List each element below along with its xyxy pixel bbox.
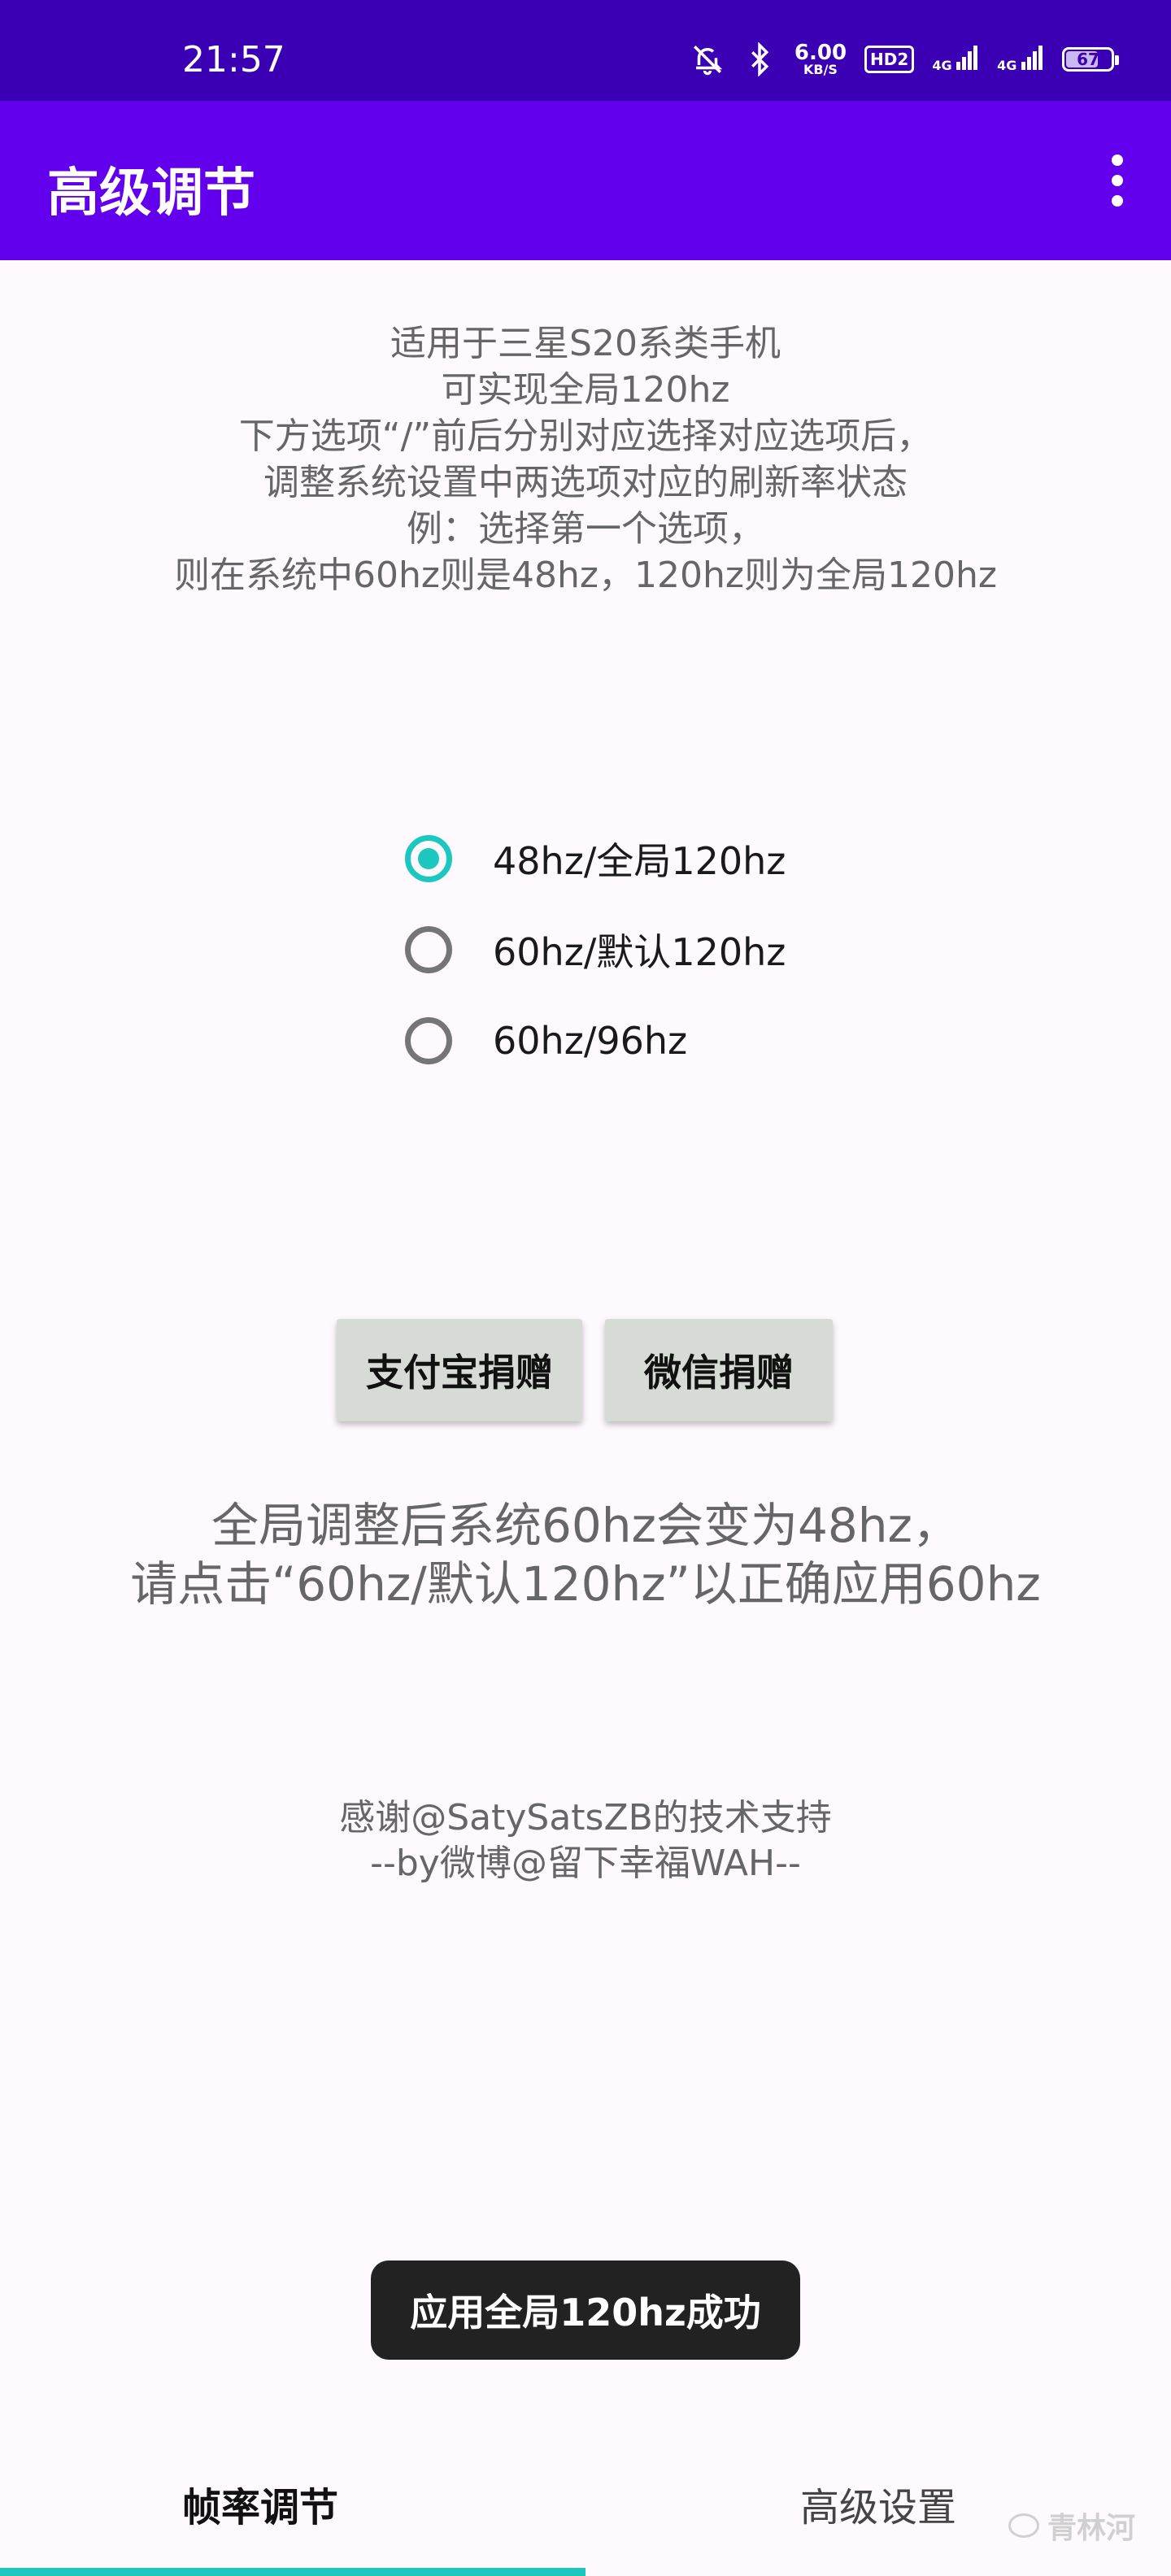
mute-icon: [693, 46, 723, 76]
radio-label: 48hz/全局120hz: [493, 839, 786, 883]
status-icons: 6.00 KB/S HD2 4G 4G 67: [690, 42, 1119, 76]
intro-line: 适用于三星S20系类手机: [390, 323, 781, 364]
app-title: 高级调节: [47, 163, 255, 224]
hd-badge: HD2: [864, 46, 915, 73]
network-speed-unit: KB/S: [803, 62, 838, 77]
intro-line: 则在系统中60hz则是48hz，120hz则为全局120hz: [174, 555, 997, 596]
battery-level: 67: [1077, 50, 1099, 69]
credits-line: 感谢@SatySatsZB的技术支持: [339, 1797, 832, 1838]
bottom-tab-bar: 帧率调节 高级设置: [0, 2431, 1171, 2576]
radio-option-60hz-96hz[interactable]: 60hz/96hz: [405, 995, 786, 1086]
radio-label: 60hz/96hz: [493, 1019, 688, 1063]
signal-label: 4G: [932, 58, 952, 73]
app-bar: 高级调节: [0, 101, 1171, 260]
intro-line: 可实现全局120hz: [441, 369, 730, 411]
network-speed-value: 6.00: [794, 41, 847, 65]
toast-message: 应用全局120hz成功: [371, 2261, 800, 2360]
warning-text: 全局调整后系统60hz会变为48hz， 请点击“60hz/默认120hz”以正确…: [0, 1496, 1171, 1613]
radio-label: 60hz/默认120hz: [493, 930, 786, 974]
watermark-logo-icon: [1008, 2513, 1039, 2538]
watermark-text: 青林河: [1047, 2512, 1135, 2545]
bluetooth-icon: [751, 42, 769, 76]
overflow-menu-icon[interactable]: [1109, 154, 1125, 207]
radio-option-48hz[interactable]: 48hz/全局120hz: [405, 813, 786, 904]
intro-line: 例：选择第一个选项，: [407, 508, 764, 550]
signal-icon: 4G: [997, 46, 1044, 73]
radio-option-60hz-default[interactable]: 60hz/默认120hz: [405, 904, 786, 995]
warning-line: 全局调整后系统60hz会变为48hz，: [211, 1498, 960, 1553]
signal-icon: 4G: [932, 46, 979, 73]
radio-button-selected[interactable]: [405, 835, 452, 882]
intro-text: 适用于三星S20系类手机 可实现全局120hz 下方选项“/”前后分别对应选择对…: [0, 320, 1171, 598]
tab-indicator: [0, 2568, 586, 2576]
radio-button[interactable]: [405, 926, 452, 973]
credits-line: --by微博@留下幸福WAH--: [370, 1843, 801, 1884]
signal-label: 4G: [997, 58, 1017, 73]
status-bar: 21:57 6.00 KB/S HD2 4G 4G 67: [0, 0, 1171, 101]
warning-line: 请点击“60hz/默认120hz”以正确应用60hz: [130, 1556, 1041, 1612]
network-speed: 6.00 KB/S: [794, 42, 847, 76]
alipay-donate-button[interactable]: 支付宝捐赠: [337, 1319, 582, 1421]
radio-button[interactable]: [405, 1017, 452, 1064]
status-time: 21:57: [182, 39, 285, 80]
credits-text: 感谢@SatySatsZB的技术支持 --by微博@留下幸福WAH--: [0, 1795, 1171, 1886]
tab-frame-rate[interactable]: 帧率调节: [0, 2431, 586, 2576]
intro-line: 调整系统设置中两选项对应的刷新率状态: [263, 462, 908, 503]
wechat-donate-button[interactable]: 微信捐赠: [605, 1319, 833, 1421]
battery-icon: 67: [1062, 47, 1119, 72]
tab-advanced-settings[interactable]: 高级设置: [586, 2431, 1171, 2576]
intro-line: 下方选项“/”前后分别对应选择对应选项后，: [238, 416, 933, 457]
refresh-rate-radio-group: 48hz/全局120hz 60hz/默认120hz 60hz/96hz: [405, 813, 786, 1086]
watermark: 青林河: [1008, 2504, 1135, 2547]
